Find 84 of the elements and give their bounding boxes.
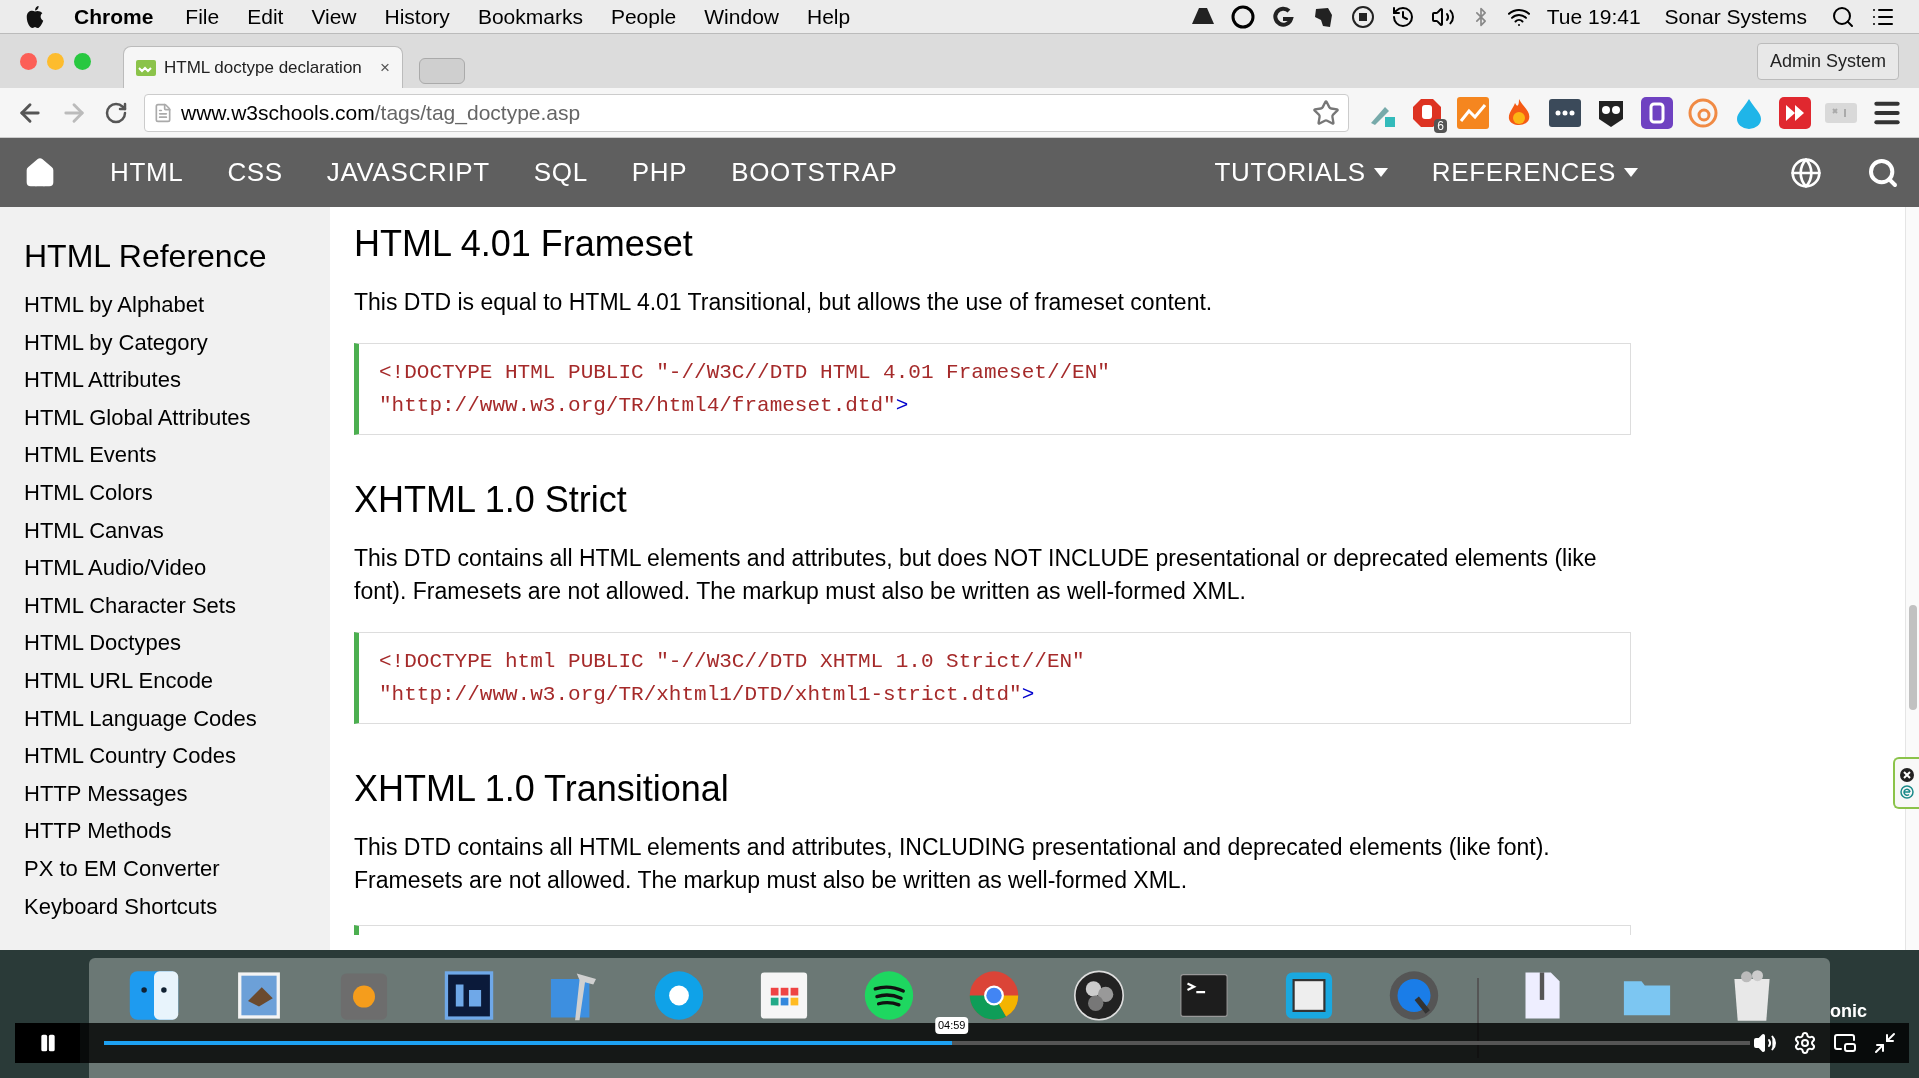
sidebar-link[interactable]: HTML Colors: [24, 473, 330, 512]
sidebar-link[interactable]: HTML Country Codes: [24, 737, 330, 775]
chart-icon[interactable]: [1457, 96, 1489, 129]
caret-icon: [1373, 168, 1388, 177]
profile-button[interactable]: Admin System: [1756, 42, 1899, 80]
dots-icon[interactable]: [1549, 96, 1581, 129]
section-heading: XHTML 1.0 Transitional: [354, 767, 729, 811]
sidebar-link[interactable]: HTTP Messages: [24, 774, 330, 813]
desktop-label: onic: [1830, 1000, 1867, 1023]
code-line: "http://www.w3.org/TR/xhtml1/DTD/xhtml1-strict.dtd": [379, 682, 1022, 708]
nav-link[interactable]: JAVASCRIPT: [304, 153, 512, 192]
sidebar-link[interactable]: HTML Character Sets: [24, 586, 330, 625]
stop-hand-icon[interactable]: [1411, 96, 1443, 129]
sidebar-link[interactable]: HTML Attributes: [24, 361, 330, 399]
caret-icon: [1624, 168, 1638, 177]
nav-link[interactable]: BOOTSTRAP: [709, 153, 920, 192]
browser-tab[interactable]: HTML doctype declaration ×: [123, 46, 403, 88]
url-text: www.w3schools.com/tags/tag_doctype.asp: [181, 99, 581, 127]
code-bracket: >: [1021, 682, 1035, 708]
sidebar-link[interactable]: HTML by Alphabet: [24, 286, 330, 324]
menu-item[interactable]: View: [311, 0, 357, 33]
menu-item[interactable]: Edit: [247, 0, 284, 33]
paragraph: This DTD contains all HTML elements and attributes, but does NOT INCLUDE presentational or deprecated elements (like font). Framesets are not allowed. The markup must also be written as well-formed XML.: [354, 544, 1598, 606]
settings-icon[interactable]: [1793, 1031, 1817, 1055]
reload-button[interactable]: [104, 100, 128, 125]
menu-item[interactable]: File: [185, 0, 220, 33]
page-icon: [153, 102, 173, 123]
sidebar-link[interactable]: HTML Events: [24, 436, 330, 474]
tab-title: HTML doctype declaration: [164, 56, 362, 79]
sidebar-link[interactable]: HTML Canvas: [24, 511, 330, 550]
bookmark-star-icon[interactable]: [1312, 98, 1340, 127]
paragraph: This DTD contains all HTML elements and attributes, INCLUDING presentational and deprecated elements (like font). Framesets are not allowed. The markup must also be written as well-formed XML.: [354, 833, 1551, 895]
nav-dropdown[interactable]: TUTORIALS: [1192, 153, 1410, 192]
sidebar-link[interactable]: HTML by Category: [24, 323, 330, 362]
tab-close-button[interactable]: ×: [380, 54, 390, 81]
sidebar-link[interactable]: HTML URL Encode: [24, 661, 330, 700]
menu-item[interactable]: Window: [704, 0, 779, 33]
pause-button[interactable]: [15, 1023, 80, 1063]
sidebar-link[interactable]: HTML Language Codes: [24, 699, 330, 738]
menu-app-name[interactable]: Chrome: [74, 0, 154, 33]
code-line: "http://www.w3.org/TR/html4/frameset.dtd": [379, 393, 896, 419]
nav-link[interactable]: HTML: [88, 153, 206, 192]
sidebar-link[interactable]: Keyboard Shortcuts: [24, 887, 330, 926]
fast-forward-icon[interactable]: [1779, 96, 1811, 129]
site-favicon: [136, 59, 156, 76]
scrollbar-thumb[interactable]: [1909, 605, 1917, 710]
menu-item[interactable]: Help: [807, 0, 851, 33]
paragraph: This DTD is equal to HTML 4.01 Transitional, but allows the use of frameset content.: [354, 288, 1214, 317]
history-icon[interactable]: [1390, 4, 1415, 29]
menu-item[interactable]: Bookmarks: [477, 0, 583, 33]
picture-in-picture-icon[interactable]: [1833, 1031, 1857, 1055]
time-tooltip: 04:59: [934, 1017, 969, 1034]
menu-item[interactable]: History: [384, 0, 450, 33]
nav-dropdown[interactable]: REFERENCES: [1409, 153, 1660, 192]
code-line: <!DOCTYPE HTML PUBLIC "-//W3C//DTD HTML 4.01 Frameset//EN": [379, 360, 1111, 386]
bootstrap-icon[interactable]: [1641, 96, 1673, 129]
sidebar-link[interactable]: PX to EM Converter: [24, 849, 330, 888]
e-logo-icon[interactable]: [1900, 784, 1914, 799]
sidebar-link[interactable]: HTTP Methods: [24, 812, 330, 850]
section-heading: HTML 4.01 Frameset: [354, 222, 693, 266]
menu-item[interactable]: People: [610, 0, 677, 33]
search-icon[interactable]: [1867, 156, 1899, 189]
stop-icon[interactable]: [1350, 4, 1375, 29]
nav-link[interactable]: PHP: [609, 153, 710, 192]
code-line: <!DOCTYPE html PUBLIC "-//W3C//DTD XHTML 1.0 Strict//EN": [379, 649, 1086, 675]
code-bracket: >: [895, 393, 909, 419]
home-icon[interactable]: [24, 156, 56, 189]
search-icon[interactable]: [1831, 4, 1855, 29]
sidebar-link[interactable]: HTML Audio/Video: [24, 549, 330, 587]
volume-icon[interactable]: [1753, 1031, 1777, 1055]
apple-icon[interactable]: [24, 4, 46, 29]
sidebar-link[interactable]: HTML Doctypes: [24, 624, 330, 662]
nav-link[interactable]: SQL: [511, 153, 610, 192]
section-heading: XHTML 1.0 Strict: [354, 478, 627, 522]
extension-badge: 6: [1434, 118, 1447, 133]
nav-link[interactable]: CSS: [205, 153, 305, 192]
address-bar[interactable]: www.w3schools.com/tags/tag_doctype.asp: [144, 93, 1349, 132]
close-icon[interactable]: [1900, 767, 1914, 782]
sidebar-link[interactable]: HTML Global Attributes: [24, 398, 330, 437]
menu-clock[interactable]: Tue 19:41: [1546, 0, 1641, 33]
sidebar-title: HTML Reference: [24, 237, 268, 276]
globe-icon[interactable]: [1790, 156, 1822, 189]
exit-fullscreen-icon[interactable]: [1873, 1031, 1897, 1055]
menu-user[interactable]: Sonar Systems: [1664, 0, 1807, 33]
